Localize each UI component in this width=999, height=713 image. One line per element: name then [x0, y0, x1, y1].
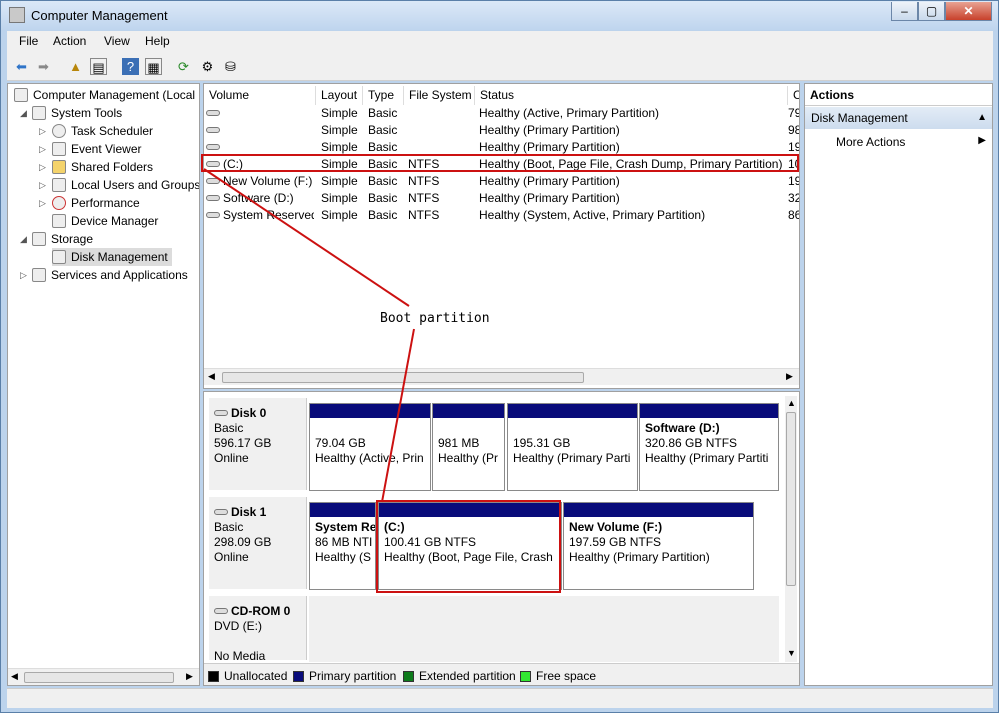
- annotation-line-to-partition: [381, 328, 415, 503]
- boot-partition-annotation: Boot partition: [380, 311, 490, 326]
- computer-management-window: Computer Management – ▢ ✕ File Action Vi…: [0, 0, 999, 713]
- annotation-line-to-volume: [203, 168, 410, 307]
- annotation-arrows: [203, 168, 415, 503]
